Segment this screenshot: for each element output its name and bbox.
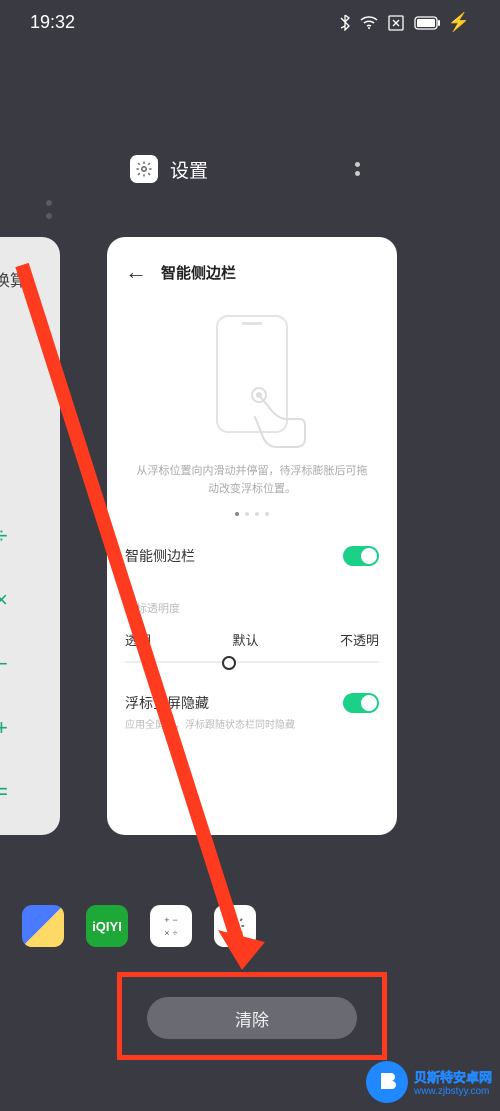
settings-app-icon (130, 155, 158, 183)
status-bar: 19:32 ⚡ (0, 0, 500, 45)
status-time: 19:32 (30, 12, 75, 33)
dock-settings-icon[interactable] (214, 905, 256, 947)
fullscreen-hide-toggle[interactable] (343, 693, 379, 713)
fullscreen-hide-sub: 应用全屏时，浮标跟随状态栏同时隐藏 (125, 716, 295, 731)
dock-app-1[interactable] (22, 905, 64, 947)
options-menu-icon[interactable] (355, 162, 360, 176)
instruction-text: 从浮标位置向内滑动并停留，待浮标膨胀后可拖动改变浮标位置。 (125, 463, 379, 498)
bluetooth-icon (340, 15, 350, 31)
opacity-options: 透明 默认 不透明 (125, 630, 379, 649)
dock-calculator-icon[interactable]: +−×÷ (150, 905, 192, 947)
page-indicator (125, 512, 379, 516)
opacity-section-label: 浮标透明度 (125, 600, 379, 616)
calculator-title: 换算 (0, 267, 60, 291)
status-icons: ⚡ (340, 12, 470, 33)
sidebar-toggle[interactable] (343, 546, 379, 566)
back-icon[interactable]: ← (125, 259, 147, 285)
sidebar-toggle-label: 智能侧边栏 (125, 546, 195, 566)
watermark-url: www.zjbstyy.com (414, 1086, 492, 1097)
settings-card[interactable]: ← 智能侧边栏 从浮标位置向内滑动并停留，待浮标膨胀后可拖动改变浮标位置。 智能… (107, 237, 397, 835)
wifi-icon (360, 16, 378, 30)
battery-icon (414, 16, 442, 30)
opacity-slider[interactable] (125, 661, 379, 663)
dock-iqiyi-icon[interactable]: iQIYI (86, 905, 128, 947)
fullscreen-hide-label: 浮标全屏隐藏 (125, 693, 295, 713)
calculator-ops: ÷ × − + = (0, 523, 8, 805)
gesture-illustration (182, 315, 322, 445)
hand-icon (237, 373, 317, 453)
settings-page-title: 智能侧边栏 (161, 262, 236, 283)
app-title: 设置 (170, 156, 208, 183)
app-card-header: 设置 (130, 155, 500, 183)
watermark: 贝斯特安卓网 www.zjbstyy.com (366, 1061, 492, 1103)
side-indicator-dots (46, 200, 52, 219)
watermark-title: 贝斯特安卓网 (414, 1067, 492, 1086)
calculator-card[interactable]: 换算 ÷ × − + = (0, 237, 60, 835)
recent-apps-dock: iQIYI +−×÷ (22, 905, 256, 947)
watermark-logo (366, 1061, 408, 1103)
charging-icon: ⚡ (448, 12, 470, 33)
clear-button[interactable]: 清除 (147, 997, 357, 1039)
no-sim-icon (388, 15, 404, 31)
